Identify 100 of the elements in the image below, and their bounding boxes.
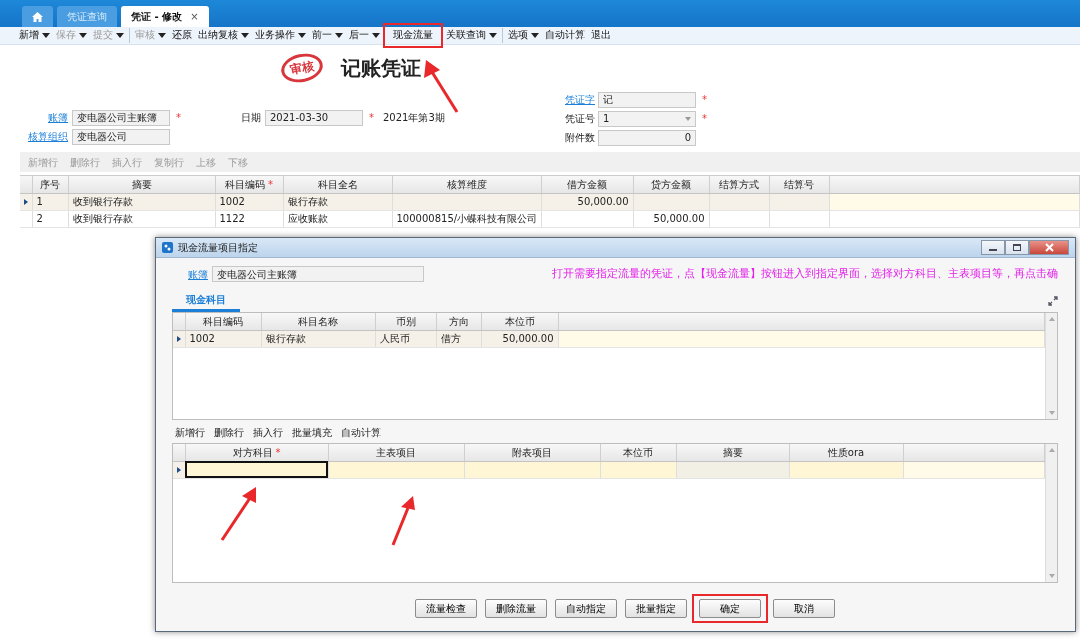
table-cell: 2	[32, 210, 68, 227]
home-tab[interactable]	[22, 6, 53, 27]
annotation-arrow	[391, 496, 415, 546]
table-cell: 1122	[215, 210, 283, 227]
toolbar-button[interactable]: 新增行	[172, 424, 208, 440]
scroll-up-icon[interactable]	[1048, 448, 1055, 452]
dialog-button[interactable]: 自动指定	[555, 599, 617, 618]
column-header: 币别	[375, 313, 436, 330]
column-header: 科目编码 *	[215, 176, 283, 193]
table-cell: 50,000.00	[633, 210, 709, 227]
toolbar-button[interactable]: 选项	[502, 28, 542, 43]
column-header: 摘要	[68, 176, 215, 193]
close-icon[interactable]: ×	[190, 9, 199, 24]
dialog-button[interactable]: 批量指定	[625, 599, 687, 618]
annotation-arrow	[220, 487, 256, 541]
minimize-button[interactable]	[981, 240, 1005, 255]
column-header: 摘要	[676, 444, 789, 461]
toolbar-button[interactable]: 删除行	[211, 424, 247, 440]
input-field[interactable]: 变电器公司	[72, 128, 170, 145]
row-indicator-icon	[24, 199, 28, 205]
row-indicator-icon	[177, 467, 181, 473]
required-mark: *	[369, 111, 375, 125]
table-cell: 收到银行存款	[68, 210, 215, 227]
annotation-arrow	[424, 60, 459, 113]
toolbar-button[interactable]: 退出	[588, 28, 614, 43]
maximize-icon	[1013, 244, 1021, 251]
column-header: 科目编码	[185, 313, 261, 330]
column-header: 本位币	[481, 313, 558, 330]
close-button[interactable]	[1029, 240, 1069, 255]
toolbar-button[interactable]: 自动计算	[338, 424, 384, 440]
field-label: 日期	[240, 111, 262, 125]
input-field[interactable]: 2021-03-30	[265, 109, 363, 126]
input-field[interactable]: 1	[598, 110, 696, 127]
maximize-button[interactable]	[1005, 240, 1029, 255]
toolbar-button[interactable]: 自动计算	[542, 28, 588, 43]
dialog-button[interactable]: 删除流量	[485, 599, 547, 618]
dialog-button[interactable]: 取消	[773, 599, 835, 618]
caret-icon	[116, 33, 124, 38]
caret-icon	[298, 33, 306, 38]
column-header: 科目全名	[283, 176, 392, 193]
table-cell: 应收账款	[283, 210, 392, 227]
dialog-button[interactable]: 确定	[699, 599, 761, 618]
field-link[interactable]: 账簿	[0, 110, 72, 125]
column-header: 本位币	[600, 444, 676, 461]
caret-icon	[372, 33, 380, 38]
field-link[interactable]: 账簿	[172, 266, 212, 282]
input-field[interactable]: 记	[598, 91, 696, 108]
caret-icon	[489, 33, 497, 38]
tab-label[interactable]: 凭证 - 修改	[131, 9, 183, 24]
column-header: 对方科目 *	[185, 444, 328, 461]
toolbar-button[interactable]: 业务操作	[252, 28, 309, 43]
tab[interactable]: 凭证 - 修改 ×	[121, 6, 209, 27]
input-field[interactable]: 变电器公司主账簿	[212, 266, 424, 282]
input-field[interactable]: 0	[598, 129, 696, 146]
row-indicator-icon	[177, 336, 181, 342]
instruction-text: 打开需要指定流量的凭证，点【现金流量】按钮进入到指定界面，选择对方科目、主表项目等，再点击确	[552, 265, 1058, 282]
required-mark: *	[702, 112, 708, 126]
column-header: 方向	[436, 313, 481, 330]
dialog-button[interactable]: 流量检查	[415, 599, 477, 618]
toolbar-button[interactable]: 后一	[346, 28, 383, 43]
app-icon	[162, 242, 173, 253]
scroll-down-icon[interactable]	[1048, 411, 1055, 415]
expand-icon[interactable]	[1048, 296, 1058, 306]
close-icon	[1044, 243, 1054, 252]
home-icon	[32, 11, 43, 22]
scrollbar[interactable]	[1045, 444, 1057, 582]
toolbar-button[interactable]: 关联查询	[443, 28, 500, 43]
caret-icon	[531, 33, 539, 38]
input-cell[interactable]	[185, 461, 328, 478]
column-header: 结算号	[769, 176, 829, 193]
toolbar-button[interactable]: 新增	[16, 28, 53, 43]
table-cell: 100000815/小蝶科技有限公司	[392, 210, 541, 227]
period-text: 2021年第3期	[383, 111, 445, 125]
column-header: 序号	[32, 176, 68, 193]
field-link[interactable]: 核算组织	[0, 129, 72, 144]
column-header: 贷方金额	[633, 176, 709, 193]
required-mark: *	[176, 111, 182, 125]
input-field[interactable]: 变电器公司主账簿	[72, 109, 170, 126]
caret-icon	[158, 33, 166, 38]
scroll-up-icon[interactable]	[1048, 317, 1055, 321]
column-header: 附表项目	[464, 444, 600, 461]
voucher-title: 记账凭证	[341, 54, 421, 82]
column-header: 结算方式	[709, 176, 769, 193]
toolbar-button[interactable]: 现金流量	[390, 28, 436, 43]
toolbar-button[interactable]: 出纳复核	[195, 28, 252, 43]
toolbar-button[interactable]: 插入行	[250, 424, 286, 440]
scrollbar[interactable]	[1045, 313, 1057, 419]
column-header: 主表项目	[328, 444, 464, 461]
toolbar-button[interactable]: 前一	[309, 28, 346, 43]
toolbar-button[interactable]: 还原	[169, 28, 195, 43]
scroll-down-icon[interactable]	[1048, 574, 1055, 578]
column-header: 科目名称	[261, 313, 375, 330]
field-label: 附件数	[565, 131, 596, 145]
field-link[interactable]: 凭证字	[565, 92, 598, 107]
toolbar-button[interactable]: 批量填充	[289, 424, 335, 440]
column-header: 借方金额	[541, 176, 633, 193]
field-label: 凭证号	[565, 112, 596, 126]
dropdown-icon[interactable]	[685, 116, 691, 121]
required-mark: *	[702, 93, 708, 107]
caret-icon	[241, 33, 249, 38]
